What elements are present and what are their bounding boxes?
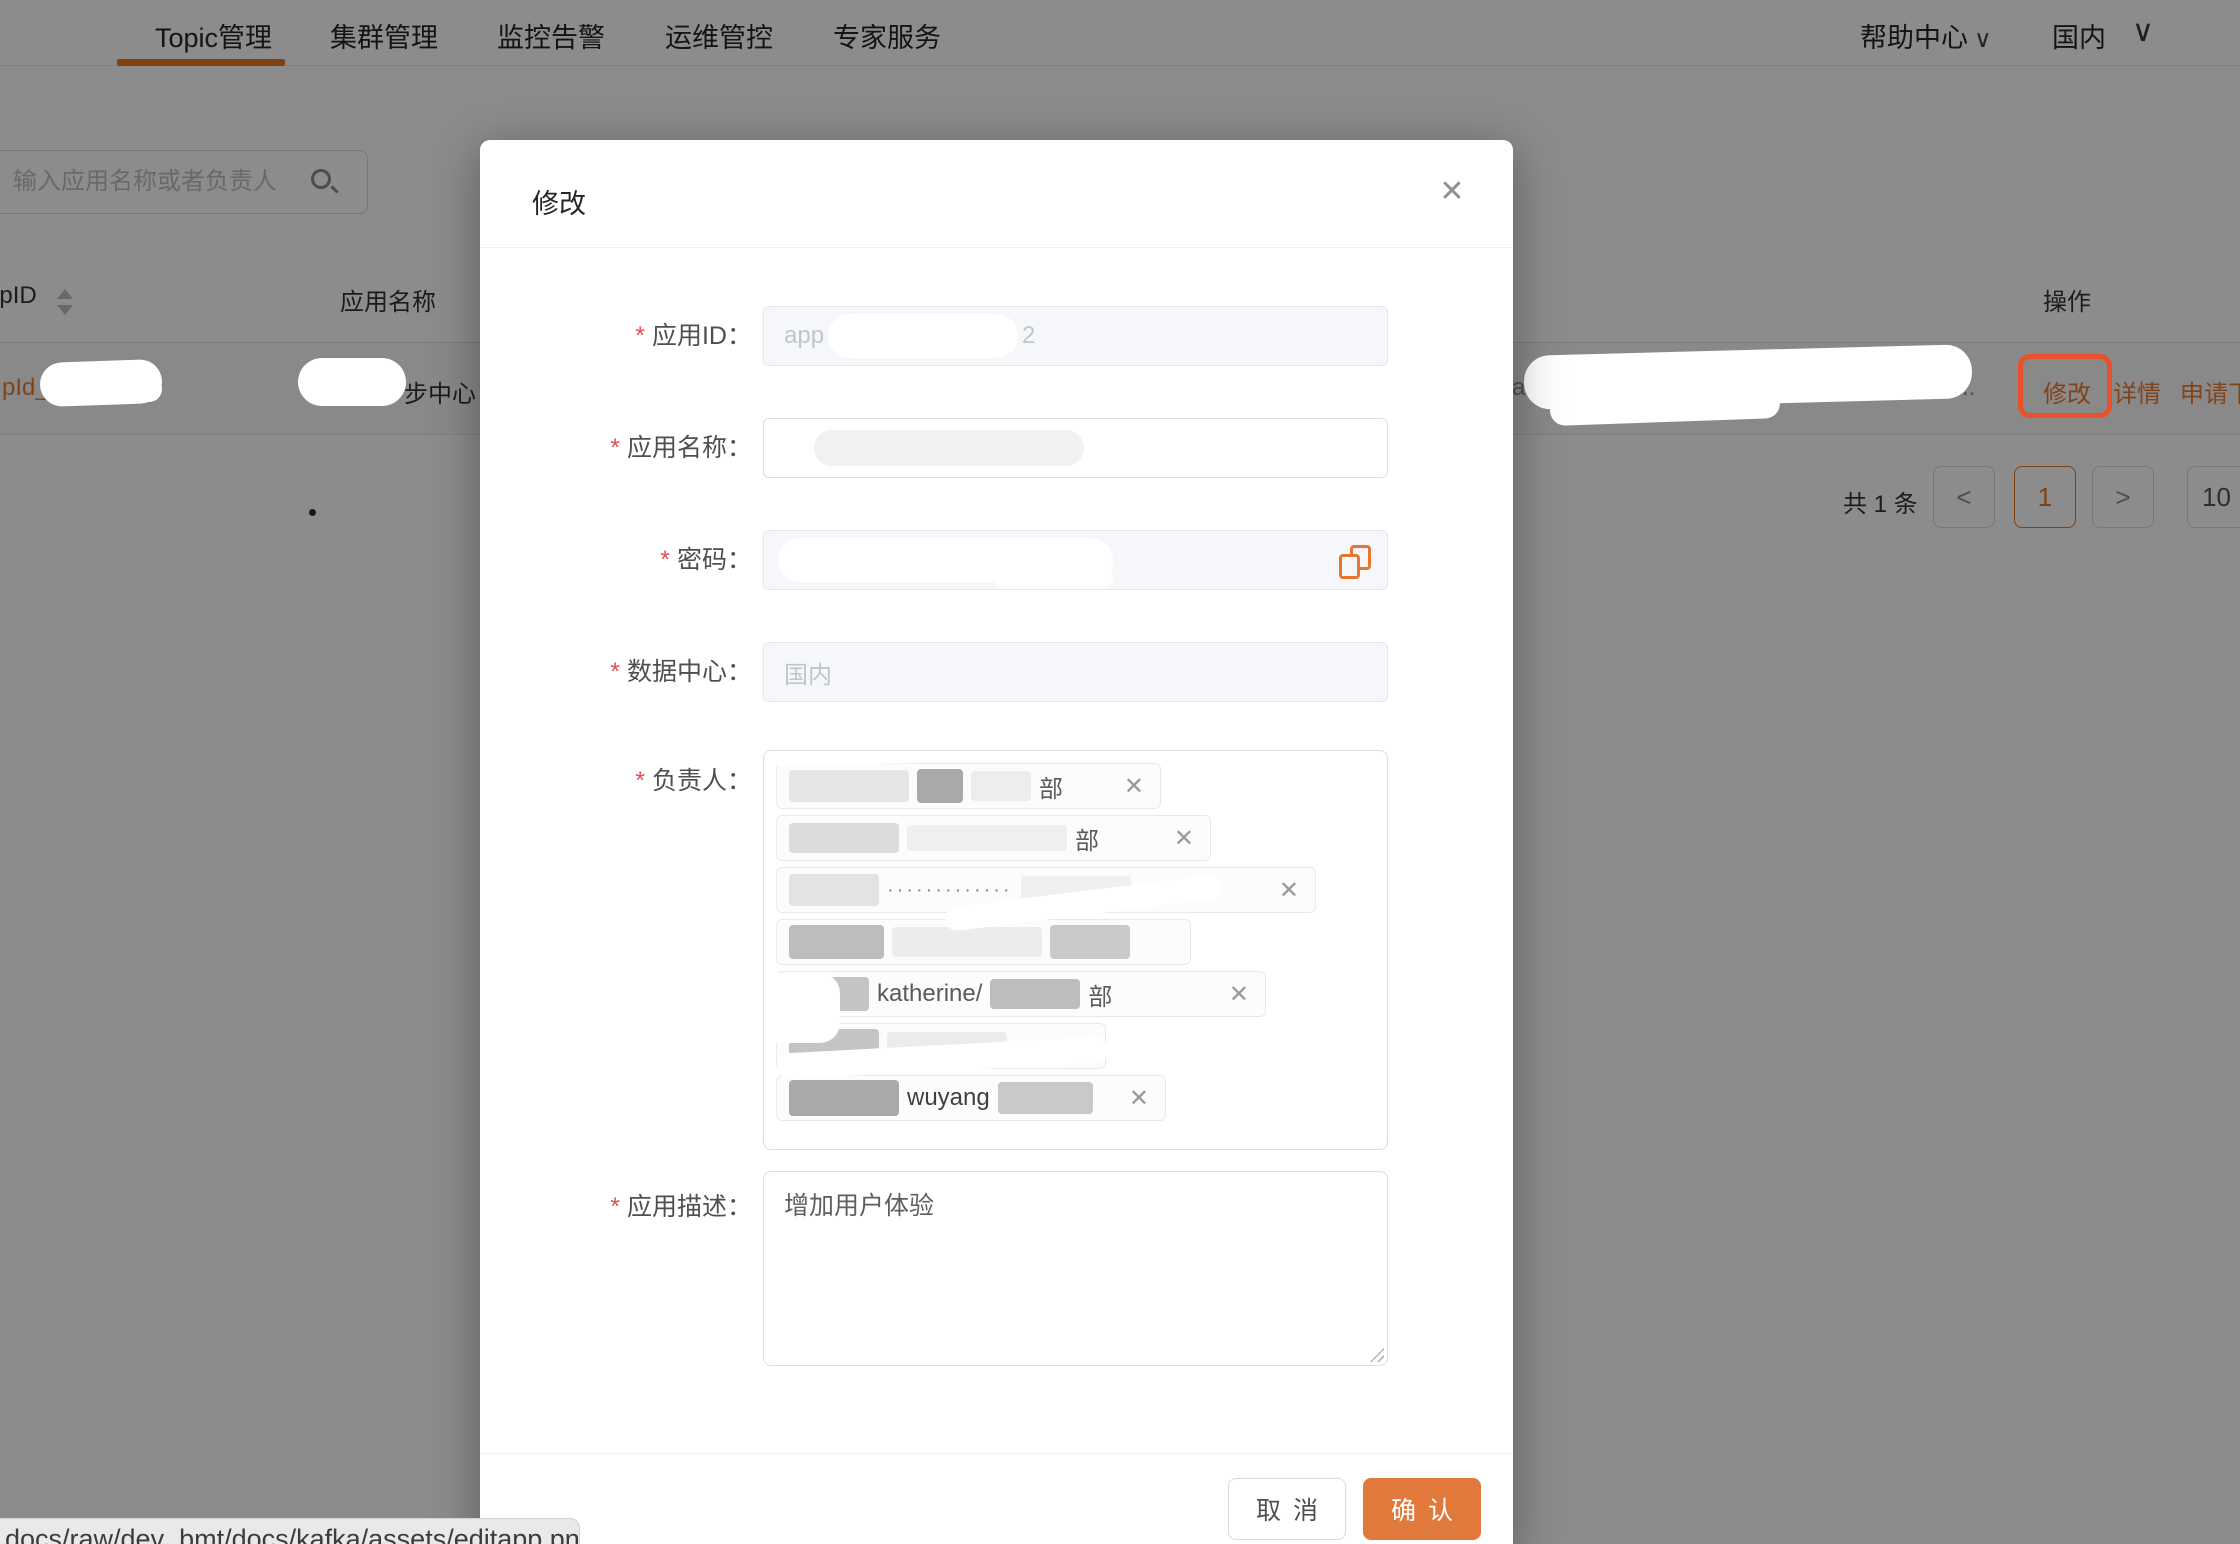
redaction-blob [763, 973, 840, 1043]
required-mark: * [610, 1193, 620, 1221]
field-label-password: *密码： [480, 530, 752, 590]
remove-tag-icon[interactable]: ✕ [1279, 876, 1303, 905]
owner-tag: wuyang ✕ [776, 1075, 1166, 1121]
resize-handle[interactable] [1368, 1346, 1384, 1362]
field-label-appid: *应用ID： [480, 306, 752, 366]
redaction-blob [814, 430, 1084, 466]
edit-action-annotation-box [2018, 354, 2112, 418]
field-label-datacenter: *数据中心： [480, 642, 752, 702]
required-mark: * [635, 767, 645, 795]
redaction-mosaic [892, 927, 1042, 957]
dialog-footer-divider [480, 1453, 1513, 1454]
required-mark: * [635, 322, 645, 350]
redaction-mosaic [789, 925, 884, 959]
edit-dialog: 修改 ✕ *应用ID： app 2 *应用名称： *密码： [480, 140, 1513, 1544]
redaction-mosaic [789, 874, 879, 906]
owners-multiselect[interactable]: 部 ✕ 部 ✕ ············· ✕ [763, 750, 1388, 1150]
close-icon[interactable]: ✕ [1430, 170, 1474, 214]
redaction-mosaic [907, 825, 1067, 851]
redaction-mosaic [998, 1082, 1093, 1114]
redaction-mosaic [789, 823, 899, 853]
remove-tag-icon[interactable]: ✕ [1229, 980, 1253, 1009]
field-label-description: *应用描述： [480, 1187, 752, 1227]
redaction-mosaic [917, 769, 963, 803]
dialog-title: 修改 [532, 182, 586, 221]
page: Topic管理 集群管理 监控告警 运维管控 专家服务 帮助中心∨ 国内 ∨ A… [0, 0, 2240, 1544]
required-mark: * [660, 546, 670, 574]
owner-tag: 部 ✕ [776, 815, 1211, 861]
dialog-header-divider [480, 247, 1513, 248]
field-label-owners: *负责人： [480, 756, 752, 806]
redaction-mosaic [1050, 925, 1130, 959]
owner-tag: 部 ✕ [776, 763, 1161, 809]
required-mark: * [610, 658, 620, 686]
redaction-mosaic [971, 771, 1031, 801]
field-label-appname: *应用名称： [480, 418, 752, 478]
description-textarea[interactable]: 增加用户体验 [763, 1171, 1388, 1366]
datacenter-input: 国内 [763, 642, 1388, 702]
redaction-mosaic [990, 979, 1080, 1009]
confirm-button[interactable]: 确认 [1363, 1478, 1481, 1540]
password-input [763, 530, 1388, 590]
cancel-button[interactable]: 取消 [1228, 1478, 1346, 1540]
redaction-mosaic [789, 770, 909, 802]
redaction-blob [993, 565, 1113, 589]
copy-icon[interactable] [1339, 545, 1371, 579]
remove-tag-icon[interactable]: ✕ [1124, 772, 1148, 801]
appname-input[interactable] [763, 418, 1388, 478]
remove-tag-icon[interactable]: ✕ [1129, 1084, 1153, 1113]
redaction-blob [118, 376, 162, 402]
appid-input: app 2 [763, 306, 1388, 366]
redaction-mosaic [789, 1080, 899, 1116]
required-mark: * [610, 434, 620, 462]
redaction-blob [298, 358, 406, 406]
redaction-blob [828, 314, 1018, 358]
status-bar-url: docs/raw/dev_bmt/docs/kafka/assets/edita… [0, 1518, 580, 1544]
remove-tag-icon[interactable]: ✕ [1174, 824, 1198, 853]
owner-tag: katherine/ 部 ✕ [776, 971, 1266, 1017]
